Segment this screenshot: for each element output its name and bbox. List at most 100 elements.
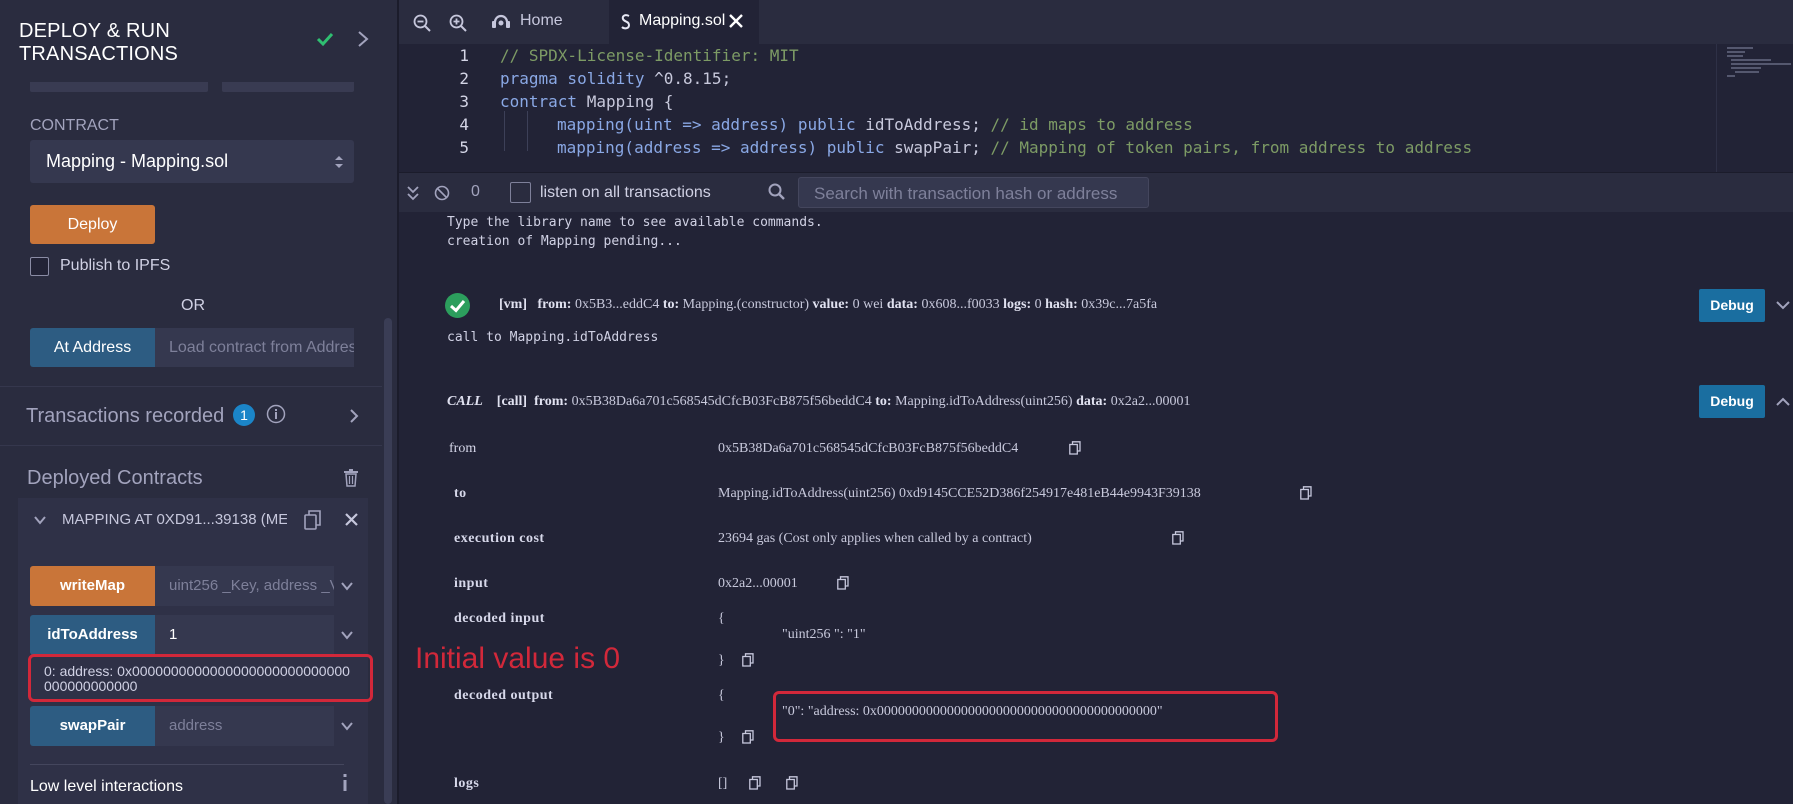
listen-all-checkbox[interactable] (510, 182, 531, 203)
code-editor[interactable]: 1 // SPDX-License-Identifier: MIT 2 prag… (399, 44, 1793, 172)
copy-icon[interactable] (837, 576, 849, 590)
copy-icon[interactable] (1069, 441, 1081, 455)
line-number: 5 (459, 138, 469, 157)
code-comment: // Mapping of token pairs, from address … (980, 138, 1473, 157)
pending-tx-count: 0 (471, 183, 480, 200)
remix-logo-icon (492, 14, 510, 28)
close-icon[interactable] (345, 513, 358, 526)
copy-icon[interactable] (749, 776, 761, 790)
indent-guide (504, 111, 505, 151)
clear-console-icon[interactable] (434, 185, 450, 201)
idtoaddress-button[interactable]: idToAddress (30, 615, 155, 655)
select-arrows-icon (335, 156, 343, 168)
detail-key-input: input (454, 576, 489, 591)
code-keyword: contract (500, 92, 578, 111)
annotation-label: Initial value is 0 (415, 642, 621, 675)
chevron-down-icon[interactable] (341, 629, 353, 641)
detail-value-from: 0x5B38Da6a701c568545dCfcB03FcB875f56bedd… (718, 441, 1019, 456)
detail-key-logs: logs (454, 776, 480, 791)
detail-key-execution-cost: execution cost (454, 531, 545, 546)
editor-tabs: Home Mapping.sol (399, 0, 1793, 44)
chevron-down-icon[interactable] (341, 720, 353, 732)
trash-icon[interactable] (343, 469, 359, 487)
collapse-terminal-icon[interactable] (405, 185, 421, 201)
code-comment: // SPDX-License-Identifier: MIT (500, 46, 799, 65)
listen-all-label: listen on all transactions (540, 184, 711, 201)
at-address-button[interactable]: At Address (30, 328, 155, 367)
publish-ipfs-checkbox[interactable] (30, 257, 49, 276)
code-line-2: pragma solidity ^0.8.15; (500, 69, 731, 88)
deployed-contracts-title: Deployed Contracts (27, 467, 203, 489)
detail-key-decoded-input: decoded input (454, 611, 545, 626)
code-keyword: mapping(uint => address) public (557, 115, 856, 134)
code-keyword: pragma solidity (500, 69, 645, 88)
terminal-pending: creation of Mapping pending... (447, 234, 682, 249)
annotation-box-left (28, 654, 373, 702)
decoded-input-body: "uint256 ": "1" (782, 627, 866, 642)
debug-button[interactable]: Debug (1699, 289, 1765, 322)
chevron-down-icon[interactable] (1776, 299, 1790, 311)
idtoaddress-input[interactable]: 1 (155, 615, 334, 655)
copy-icon[interactable] (1172, 531, 1184, 545)
code-line-5: mapping(address => address) public swapP… (557, 138, 1472, 157)
contract-select[interactable]: Mapping - Mapping.sol (30, 140, 354, 183)
copy-icon[interactable] (304, 510, 322, 530)
transactions-recorded-section[interactable]: Transactions recorded 1 (0, 386, 382, 446)
instance-header[interactable]: MAPPING AT 0XD91...39138 (MEMORY) (18, 498, 368, 542)
copy-icon[interactable] (742, 730, 754, 744)
at-address-input[interactable]: Load contract from Address (155, 328, 354, 367)
check-icon (316, 32, 334, 47)
code-text: swapPair; (884, 138, 981, 157)
low-level-interactions-label: Low level interactions (30, 778, 183, 795)
swappair-input[interactable]: address (155, 706, 334, 746)
tab-mapping-sol[interactable]: Mapping.sol (609, 0, 759, 44)
writemap-button[interactable]: writeMap (30, 566, 155, 606)
deploy-button[interactable]: Deploy (30, 205, 155, 244)
terminal-intro: Type the library name to see available c… (447, 215, 823, 230)
close-icon[interactable] (729, 14, 743, 28)
detail-value-input: 0x2a2...00001 (718, 576, 798, 591)
info-icon[interactable] (341, 774, 349, 792)
chevron-up-icon[interactable] (1776, 396, 1790, 408)
zoom-out-icon[interactable] (413, 14, 431, 32)
chevron-down-icon[interactable] (34, 514, 46, 526)
call-to-line: call to Mapping.idToAddress (447, 330, 659, 345)
chevron-down-icon[interactable] (341, 580, 353, 592)
terminal-search-input[interactable]: Search with transaction hash or address (798, 177, 1149, 208)
tab-home[interactable]: Home (491, 0, 611, 44)
detail-value-to: Mapping.idToAddress(uint256) 0xd9145CCE5… (718, 486, 1201, 501)
decoded-output-open: { (718, 688, 725, 703)
contract-label: CONTRACT (30, 117, 119, 134)
code-line-4: mapping(uint => address) public idToAddr… (557, 115, 1193, 134)
detail-key-from: from (449, 441, 477, 456)
writemap-input[interactable]: uint256 _Key, address _Value (155, 566, 334, 606)
tx-summary-deploy[interactable]: [vm] from: 0x5B3...eddC4 to: Mapping.(co… (499, 297, 1157, 313)
line-number: 3 (459, 92, 469, 111)
account-button-ghost[interactable] (222, 82, 354, 92)
detail-key-decoded-output: decoded output (454, 688, 554, 703)
terminal-output: Type the library name to see available c… (399, 212, 1793, 804)
env-button-ghost[interactable] (30, 82, 208, 92)
solidity-file-icon (621, 14, 631, 30)
detail-key-to: to (454, 486, 467, 501)
copy-icon[interactable] (742, 653, 754, 667)
code-line-1: // SPDX-License-Identifier: MIT (500, 46, 799, 65)
terminal-toolbar: 0 listen on all transactions Search with… (399, 172, 1793, 213)
copy-icon[interactable] (786, 776, 798, 790)
tab-mapping-sol-label: Mapping.sol (639, 12, 726, 29)
info-icon[interactable] (266, 404, 286, 424)
left-panel-scrollbar[interactable] (384, 318, 392, 804)
success-icon (445, 293, 470, 318)
copy-icon[interactable] (1300, 486, 1312, 500)
chevron-right-icon[interactable] (356, 30, 370, 48)
tx-summary-call[interactable]: CALL [call] from: 0x5B38Da6a701c568545dC… (447, 394, 1190, 410)
detail-value-logs: [] (718, 776, 728, 791)
line-number: 1 (459, 46, 469, 65)
decoded-output-close: } (718, 730, 725, 745)
editor-minimap[interactable] (1716, 44, 1793, 172)
swappair-button[interactable]: swapPair (30, 706, 155, 746)
chevron-right-icon[interactable] (348, 408, 360, 424)
code-line-3: contract Mapping { (500, 92, 673, 111)
debug-button[interactable]: Debug (1699, 385, 1765, 418)
zoom-in-icon[interactable] (449, 14, 467, 32)
